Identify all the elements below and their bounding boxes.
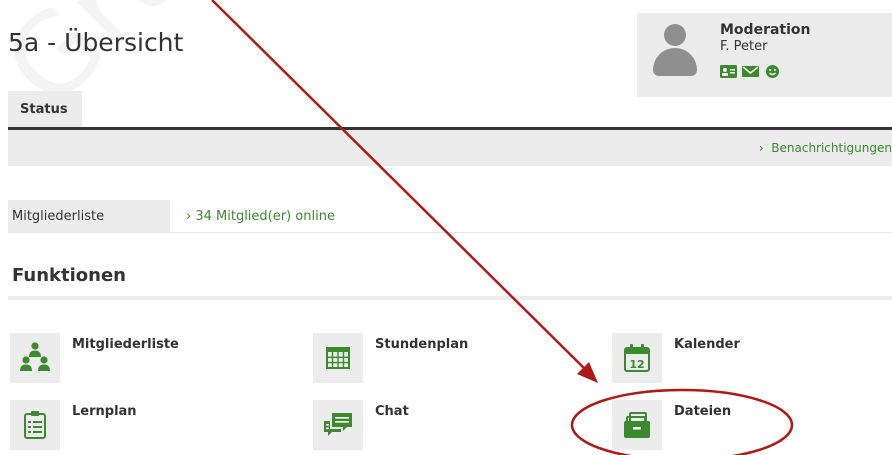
members-icon	[20, 342, 50, 371]
page-title: 5a - Übersicht	[8, 28, 184, 57]
profile-name[interactable]: F. Peter	[720, 39, 767, 54]
function-tile-label: Lernplan	[72, 404, 137, 419]
function-tile-label: Mitgliederliste	[72, 337, 179, 352]
function-tile-label: Chat	[375, 404, 409, 419]
contact-card-icon[interactable]	[720, 64, 737, 79]
tab-status[interactable]: Status	[8, 91, 82, 127]
notifications-link-label: Benachrichtigungen	[771, 141, 892, 155]
timetable-icon	[326, 347, 350, 369]
section-title: Funktionen	[12, 265, 126, 286]
tab-status-label: Status	[20, 102, 68, 117]
annotation-arrow-line	[211, 0, 589, 373]
calendar-icon-day: 12	[629, 358, 644, 371]
notification-bar: › Benachrichtigungen	[8, 130, 892, 166]
members-label-cell: Mitgliederliste	[8, 200, 170, 232]
avatar	[651, 24, 699, 78]
annotation-ellipse	[570, 388, 794, 455]
tab-bar: Status	[8, 91, 892, 127]
mail-icon[interactable]	[742, 64, 759, 79]
smiley-icon[interactable]	[764, 64, 781, 79]
chat-icon	[324, 413, 352, 436]
files-icon	[624, 412, 650, 438]
function-tile-label: Kalender	[674, 337, 740, 352]
annotation-arrow-head	[577, 362, 598, 383]
members-online-link[interactable]: › 34 Mitglied(er) online	[186, 209, 335, 224]
members-row: Mitgliederliste › 34 Mitglied(er) online	[8, 200, 892, 233]
members-online-label: 34 Mitglied(er) online	[195, 209, 335, 224]
function-tile-label: Stundenplan	[375, 337, 469, 352]
calendar-icon: 12	[624, 344, 650, 372]
section-divider	[8, 296, 892, 300]
profile-card: Moderation F. Peter	[637, 13, 892, 97]
learning-plan-icon	[24, 411, 46, 439]
profile-role: Moderation	[720, 22, 811, 38]
members-label: Mitgliederliste	[12, 209, 105, 224]
notifications-link[interactable]: › Benachrichtigungen	[759, 141, 892, 155]
function-tile-label: Dateien	[674, 404, 732, 419]
